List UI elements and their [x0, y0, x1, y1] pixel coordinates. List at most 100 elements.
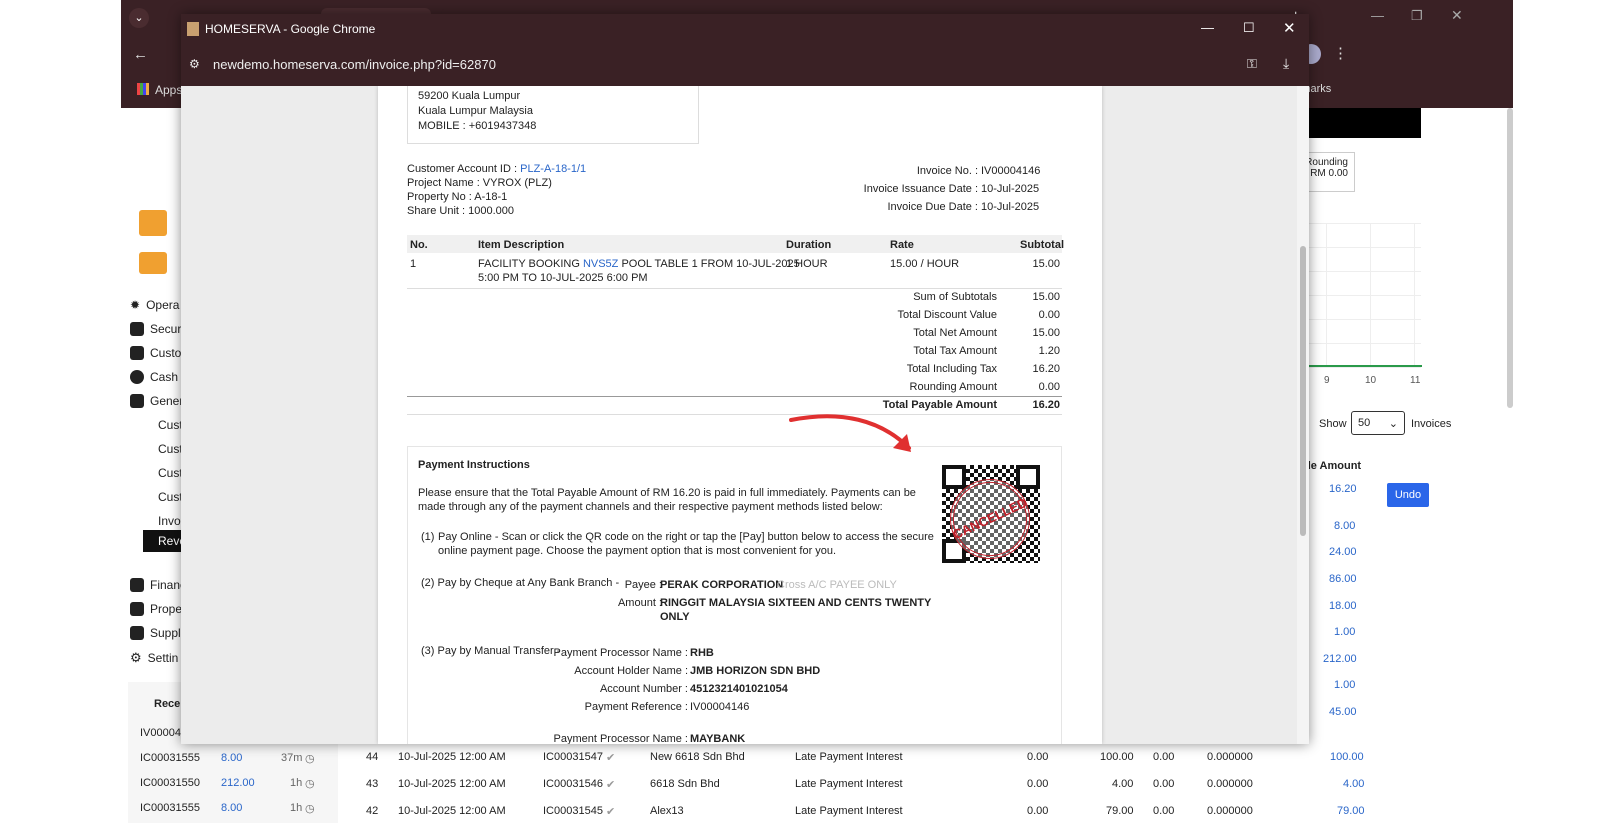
app-icon-key-card[interactable] [139, 252, 167, 274]
menu-label: Settin [147, 651, 179, 665]
submenu-item[interactable]: Cust [158, 490, 183, 504]
row-value: 0.000000 [1207, 778, 1253, 790]
calculator-icon [130, 394, 144, 408]
apps-bookmark[interactable]: Apps [155, 83, 182, 97]
recent-receipts-title: Recei [154, 698, 184, 710]
item-desc-text: POOL TABLE 1 FROM 10-JUL-2025 [618, 258, 800, 270]
amount-words: RINGGIT MALAYSIA SIXTEEN AND CENTS TWENT… [660, 597, 932, 609]
total-label: Total Tax Amount [913, 345, 997, 357]
receipt-time: 1h [290, 777, 303, 789]
menu-item-property[interactable]: Prope [130, 602, 182, 616]
row-ref[interactable]: IC00031547 [543, 751, 603, 763]
total-value: 0.00 [1038, 381, 1060, 393]
total-label: Total Including Tax [906, 363, 997, 375]
receipt-amount[interactable]: 8.00 [221, 752, 242, 764]
truck-icon [130, 626, 144, 640]
minimize-icon[interactable]: — [1371, 8, 1384, 23]
processor-label: Payment Processor Name : [553, 647, 689, 659]
option-online-text: Pay Online - Scan or click the QR code o… [438, 531, 934, 543]
tab-search-icon[interactable]: ⌄ [129, 8, 149, 28]
menu-item-cash[interactable]: Cash [130, 370, 178, 384]
submenu-item[interactable]: Cust [158, 418, 183, 432]
receipt-id[interactable]: IV00004 [140, 727, 181, 739]
payable-amount[interactable]: 8.00 [1334, 520, 1355, 532]
option-number: (1) [421, 531, 435, 543]
popup-url[interactable]: newdemo.homeserva.com/invoice.php?id=628… [213, 57, 496, 72]
popup-scrollbar[interactable] [1297, 86, 1309, 744]
receipt-time: 37m [281, 752, 303, 764]
payable-amount[interactable]: 86.00 [1329, 573, 1357, 585]
password-key-icon[interactable]: ⚿ [1247, 56, 1257, 72]
restore-icon[interactable]: ❐ [1411, 8, 1423, 24]
payable-amount-header: ble Amount [1301, 460, 1362, 472]
payable-amount[interactable]: 24.00 [1329, 546, 1357, 558]
reference-value: IV00004146 [690, 701, 750, 713]
row-desc: Late Payment Interest [795, 751, 903, 763]
menu-item-finance[interactable]: Financ [130, 578, 186, 592]
close-icon[interactable]: ✕ [1451, 7, 1463, 24]
close-icon[interactable]: ✕ [1283, 19, 1296, 37]
back-icon[interactable]: ← [133, 46, 148, 63]
receipt-id[interactable]: IC00031555 [140, 752, 200, 764]
address-line: MOBILE : +6019437348 [418, 120, 537, 132]
submenu-item[interactable]: Invo [158, 514, 181, 528]
invoices-label: Invoices [1411, 418, 1452, 430]
submenu-item-active[interactable]: Reve [143, 530, 186, 552]
maximize-icon[interactable]: ☐ [1243, 20, 1255, 36]
qr-finder [1016, 465, 1040, 489]
row-amount[interactable]: 79.00 [1337, 805, 1365, 817]
receipt-amount[interactable]: 212.00 [221, 777, 255, 789]
building-icon [130, 602, 144, 616]
menu-item-operations[interactable]: ✹ Opera [130, 298, 179, 312]
payable-amount[interactable]: 212.00 [1323, 653, 1357, 665]
app-icon-id-card[interactable] [139, 210, 167, 236]
payable-amount[interactable]: 1.00 [1334, 679, 1355, 691]
receipt-amount[interactable]: 8.00 [221, 802, 242, 814]
payment-qr-code[interactable]: CANCELLED [936, 462, 1044, 573]
chevron-down-icon: ⌄ [1388, 418, 1398, 430]
menu-item-general[interactable]: Gener [130, 394, 183, 408]
submenu-item[interactable]: Cust [158, 442, 183, 456]
row-value: 0.00 [1153, 778, 1175, 790]
row-ref[interactable]: IC00031545 [543, 805, 603, 817]
page-scrollbar[interactable] [1507, 108, 1513, 408]
row-date: 10-Jul-2025 12:00 AM [398, 751, 506, 763]
receipt-id[interactable]: IC00031550 [140, 777, 200, 789]
submenu-item[interactable]: Cust [158, 466, 183, 480]
row-no: 44 [366, 751, 379, 763]
total-payable-value: 16.20 [1032, 399, 1060, 411]
document-icon [130, 578, 144, 592]
row-amount[interactable]: 100.00 [1330, 751, 1364, 763]
scrollbar-thumb[interactable] [1300, 246, 1306, 536]
receipt-id[interactable]: IC00031555 [140, 802, 200, 814]
menu-item-settings[interactable]: ⚙ Settin [130, 650, 178, 666]
account-number-value: 4512321401021054 [690, 683, 788, 695]
payable-amount[interactable]: 18.00 [1329, 600, 1357, 612]
project-name: Project Name : VYROX (PLZ) [407, 177, 552, 189]
site-info-icon[interactable]: ⚙ [189, 57, 200, 71]
chart-tick: 11 [1410, 375, 1421, 386]
item-desc-link[interactable]: NVS5Z [583, 258, 618, 270]
item-desc-text: FACILITY BOOKING [478, 258, 583, 270]
menu-item-supplier[interactable]: Suppl [130, 626, 181, 640]
payable-amount[interactable]: 1.00 [1334, 626, 1355, 638]
issue-date-label: Invoice Issuance Date : [863, 183, 978, 195]
menu-item-security[interactable]: Secur [130, 322, 181, 336]
gear-icon: ⚙ [130, 650, 142, 665]
menu-label: Opera [146, 298, 180, 312]
page-size-select[interactable]: 50 ⌄ [1351, 411, 1405, 435]
row-ref[interactable]: IC00031546 [543, 778, 603, 790]
download-icon[interactable]: ⤓ [1283, 55, 1289, 72]
account-link[interactable]: PLZ-A-18-1/1 [520, 163, 586, 175]
row-amount[interactable]: 4.00 [1343, 778, 1364, 790]
account-label: Customer Account ID : [407, 163, 521, 175]
row-date: 10-Jul-2025 12:00 AM [398, 805, 506, 817]
popup-address-bar: ⚙ newdemo.homeserva.com/invoice.php?id=6… [181, 44, 1309, 86]
undo-button[interactable]: Undo [1387, 483, 1429, 507]
apps-icon[interactable] [137, 83, 149, 95]
payable-amount[interactable]: 16.20 [1329, 483, 1357, 495]
more-icon[interactable]: ⋮ [1333, 44, 1348, 62]
minimize-icon[interactable]: — [1201, 20, 1214, 35]
menu-item-customer[interactable]: Custo [130, 346, 181, 360]
payable-amount[interactable]: 45.00 [1329, 706, 1357, 718]
